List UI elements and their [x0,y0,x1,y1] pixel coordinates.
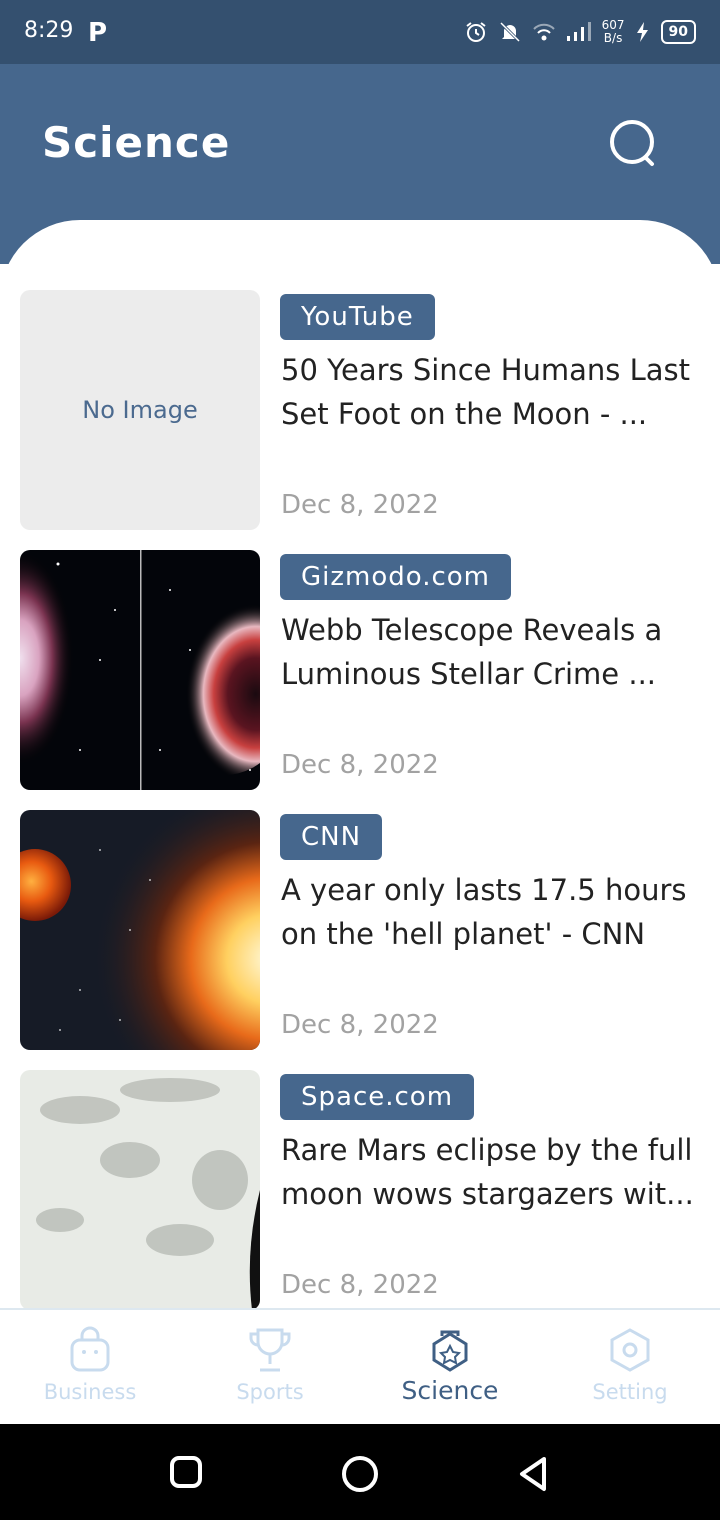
signal-icon [566,22,591,41]
nav-item-business[interactable]: Business [0,1310,180,1426]
article-thumbnail-nebula [20,550,260,790]
back-icon[interactable] [514,1454,554,1494]
page-title: Science [42,118,231,167]
status-icons: 607 B/s 90 [464,16,696,48]
article-date: Dec 8, 2022 [281,750,439,780]
bottom-nav: Business Sports Science Setting [0,1308,720,1426]
search-icon [610,120,654,166]
article-list[interactable]: No Image YouTube 50 Years Since Humans L… [0,220,720,1310]
nav-item-setting[interactable]: Setting [540,1310,720,1426]
article-date: Dec 8, 2022 [281,1270,439,1300]
status-bar: 8:29 P 607 B/s 90 [0,0,720,64]
nav-label: Sports [236,1380,304,1404]
alarm-icon [466,22,486,42]
net-speed-unit: B/s [603,31,623,45]
settings-icon [610,1328,650,1372]
article-card[interactable]: No Image YouTube 50 Years Since Humans L… [20,290,700,530]
source-tag: Gizmodo.com [280,554,512,600]
recents-icon[interactable] [168,1454,204,1490]
article-headline: A year only lasts 17.5 hours on the 'hel… [281,873,687,951]
search-button[interactable] [604,116,664,176]
home-icon[interactable] [340,1454,380,1494]
nav-label: Business [43,1380,137,1404]
article-thumbnail-planet [20,810,260,1050]
parking-app-icon: P [88,18,108,48]
article-thumbnail-placeholder: No Image [20,290,260,530]
article-thumbnail-moon [20,1070,260,1310]
source-tag: CNN [280,814,383,860]
shopping-bag-icon [70,1326,110,1372]
net-speed: 607 B/s [602,19,625,45]
nav-item-sports[interactable]: Sports [180,1310,360,1426]
nav-label: Setting [592,1380,668,1404]
article-date: Dec 8, 2022 [281,490,439,520]
article-headline: Webb Telescope Reveals a Luminous Stella… [281,613,663,691]
charging-icon [636,22,648,42]
nav-item-science[interactable]: Science [360,1310,540,1426]
nav-label: Science [401,1376,499,1405]
article-headline: Rare Mars eclipse by the full moon wows … [281,1133,694,1211]
article-date: Dec 8, 2022 [281,1010,439,1040]
mute-icon [499,21,520,43]
no-image-label: No Image [82,396,198,424]
system-nav-bar [0,1424,720,1520]
article-card[interactable]: Gizmodo.com Webb Telescope Reveals a Lum… [20,550,700,790]
status-time: 8:29 [24,18,74,43]
article-headline: 50 Years Since Humans Last Set Foot on t… [281,353,691,431]
science-icon [432,1330,468,1372]
wifi-icon [532,23,555,41]
battery-icon: 90 [660,20,696,44]
source-tag: YouTube [280,294,435,340]
trophy-icon [249,1328,291,1372]
article-card[interactable]: CNN A year only lasts 17.5 hours on the … [20,810,700,1050]
article-card[interactable]: Space.com Rare Mars eclipse by the full … [20,1070,700,1310]
source-tag: Space.com [280,1074,475,1120]
